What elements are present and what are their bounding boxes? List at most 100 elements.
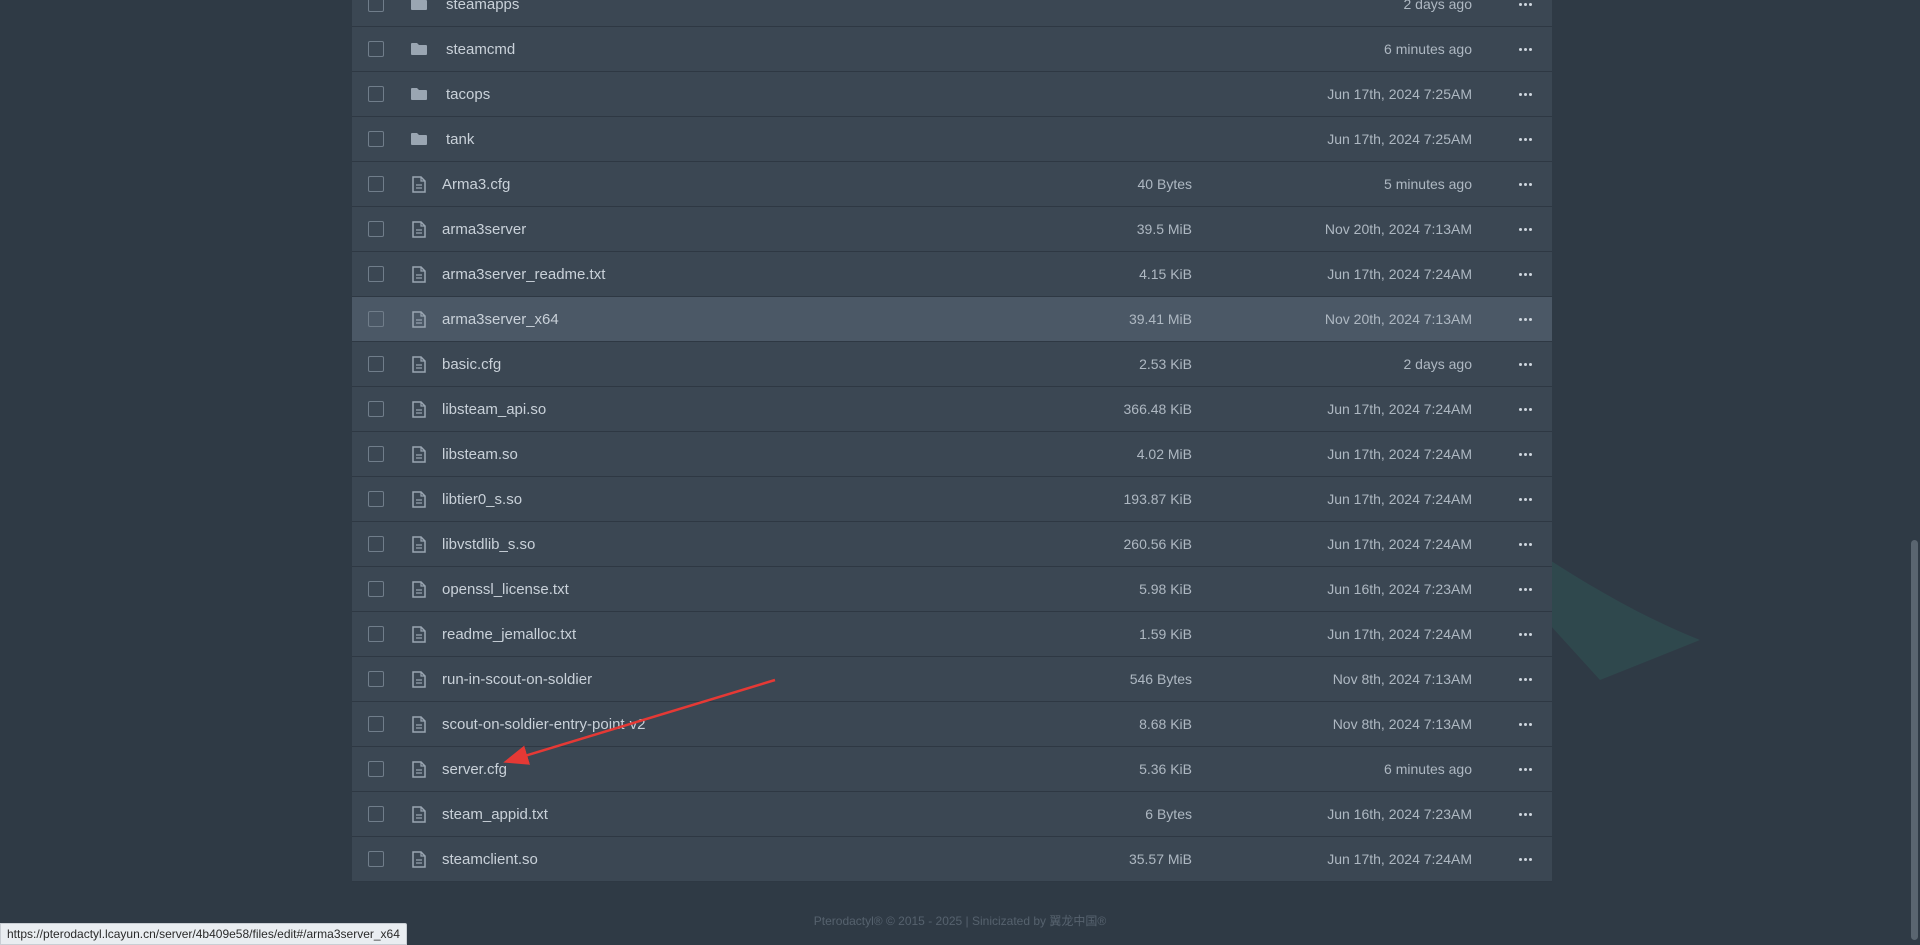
more-options-icon[interactable] bbox=[1510, 137, 1540, 141]
more-options-icon[interactable] bbox=[1510, 182, 1540, 186]
row-checkbox[interactable] bbox=[368, 581, 384, 597]
row-checkbox[interactable] bbox=[368, 446, 384, 462]
more-options-icon[interactable] bbox=[1510, 362, 1540, 366]
file-modified-date: Jun 17th, 2024 7:25AM bbox=[1327, 86, 1472, 102]
file-name-link[interactable]: steam_appid.txt bbox=[442, 806, 1052, 823]
row-checkbox[interactable] bbox=[368, 536, 384, 552]
row-checkbox[interactable] bbox=[368, 176, 384, 192]
file-name-link[interactable]: arma3server_readme.txt bbox=[442, 266, 1052, 283]
file-icon bbox=[408, 310, 430, 328]
file-icon bbox=[408, 175, 430, 193]
file-size: 35.57 MiB bbox=[1128, 851, 1192, 867]
file-row[interactable]: scout-on-soldier-entry-point-v2 8.68 KiB N… bbox=[352, 702, 1552, 747]
row-checkbox[interactable] bbox=[368, 806, 384, 822]
file-row[interactable]: openssl_license.txt 5.98 KiB Jun 16th, 202… bbox=[352, 567, 1552, 612]
file-name-link[interactable]: server.cfg bbox=[442, 761, 1052, 778]
file-size: 8.68 KiB bbox=[1139, 716, 1192, 732]
file-size: 1.59 KiB bbox=[1139, 626, 1192, 642]
file-row[interactable]: libsteam_api.so 366.48 KiB Jun 17th, 2024 … bbox=[352, 387, 1552, 432]
row-checkbox[interactable] bbox=[368, 761, 384, 777]
row-checkbox[interactable] bbox=[368, 626, 384, 642]
more-options-icon[interactable] bbox=[1510, 767, 1540, 771]
file-row[interactable]: run-in-scout-on-soldier 546 Bytes Nov 8th,… bbox=[352, 657, 1552, 702]
file-modified-date: 2 days ago bbox=[1403, 0, 1473, 12]
file-name-link[interactable]: tank bbox=[442, 131, 1052, 148]
page-scrollbar[interactable] bbox=[1911, 540, 1918, 940]
file-name-link[interactable]: libtier0_s.so bbox=[442, 491, 1052, 508]
row-checkbox[interactable] bbox=[368, 401, 384, 417]
row-checkbox[interactable] bbox=[368, 311, 384, 327]
file-row[interactable]: tacops Jun 17th, 2024 7:25AM bbox=[352, 72, 1552, 117]
more-options-icon[interactable] bbox=[1510, 407, 1540, 411]
file-icon bbox=[408, 850, 430, 868]
file-modified-date: Jun 17th, 2024 7:24AM bbox=[1327, 491, 1472, 507]
file-row[interactable]: libsteam.so 4.02 MiB Jun 17th, 2024 7:24AM bbox=[352, 432, 1552, 477]
row-checkbox[interactable] bbox=[368, 86, 384, 102]
more-options-icon[interactable] bbox=[1510, 587, 1540, 591]
file-name-link[interactable]: libvstdlib_s.so bbox=[442, 536, 1052, 553]
more-options-icon[interactable] bbox=[1510, 497, 1540, 501]
row-checkbox[interactable] bbox=[368, 491, 384, 507]
file-name-link[interactable]: readme_jemalloc.txt bbox=[442, 626, 1052, 643]
file-name-link[interactable]: scout-on-soldier-entry-point-v2 bbox=[442, 716, 1052, 733]
file-name-link[interactable]: libsteam.so bbox=[442, 446, 1052, 463]
more-options-icon[interactable] bbox=[1510, 722, 1540, 726]
more-options-icon[interactable] bbox=[1510, 317, 1540, 321]
file-row[interactable]: readme_jemalloc.txt 1.59 KiB Jun 17th, 202… bbox=[352, 612, 1552, 657]
more-options-icon[interactable] bbox=[1510, 47, 1540, 51]
file-modified-date: Nov 20th, 2024 7:13AM bbox=[1324, 311, 1472, 327]
row-checkbox[interactable] bbox=[368, 356, 384, 372]
file-name-link[interactable]: tacops bbox=[442, 86, 1052, 103]
file-name-link[interactable]: basic.cfg bbox=[442, 356, 1052, 373]
row-checkbox[interactable] bbox=[368, 0, 384, 12]
file-name-link[interactable]: Arma3.cfg bbox=[442, 176, 1052, 193]
more-options-icon[interactable] bbox=[1510, 92, 1540, 96]
row-checkbox[interactable] bbox=[368, 671, 384, 687]
file-name-link[interactable]: run-in-scout-on-soldier bbox=[442, 671, 1052, 688]
file-icon bbox=[408, 445, 430, 463]
file-row[interactable]: libtier0_s.so 193.87 KiB Jun 17th, 2024 7:… bbox=[352, 477, 1552, 522]
file-row[interactable]: arma3server_x64 39.41 MiB Nov 20th, 2024 7… bbox=[352, 297, 1552, 342]
file-name-link[interactable]: libsteam_api.so bbox=[442, 401, 1052, 418]
row-checkbox[interactable] bbox=[368, 266, 384, 282]
file-row[interactable]: steamcmd 6 minutes ago bbox=[352, 27, 1552, 72]
file-size: 546 Bytes bbox=[1129, 671, 1192, 687]
file-name-link[interactable]: steamclient.so bbox=[442, 851, 1052, 868]
row-checkbox[interactable] bbox=[368, 131, 384, 147]
more-options-icon[interactable] bbox=[1510, 227, 1540, 231]
row-checkbox[interactable] bbox=[368, 716, 384, 732]
row-checkbox[interactable] bbox=[368, 221, 384, 237]
file-row[interactable]: server.cfg 5.36 KiB 6 minutes ago bbox=[352, 747, 1552, 792]
file-icon bbox=[408, 670, 430, 688]
file-row[interactable]: basic.cfg 2.53 KiB 2 days ago bbox=[352, 342, 1552, 387]
more-options-icon[interactable] bbox=[1510, 452, 1540, 456]
file-modified-date: 2 days ago bbox=[1403, 356, 1473, 372]
file-name-link[interactable]: arma3server_x64 bbox=[442, 311, 1052, 328]
more-options-icon[interactable] bbox=[1510, 272, 1540, 276]
more-options-icon[interactable] bbox=[1510, 542, 1540, 546]
file-row[interactable]: arma3server 39.5 MiB Nov 20th, 2024 7:13AM bbox=[352, 207, 1552, 252]
file-modified-date: 6 minutes ago bbox=[1384, 761, 1472, 777]
file-name-link[interactable]: steamapps bbox=[442, 0, 1052, 13]
file-row[interactable]: steamapps 2 days ago bbox=[352, 0, 1552, 27]
row-checkbox[interactable] bbox=[368, 41, 384, 57]
file-row[interactable]: arma3server_readme.txt 4.15 KiB Jun 17th, … bbox=[352, 252, 1552, 297]
more-options-icon[interactable] bbox=[1510, 677, 1540, 681]
file-row[interactable]: libvstdlib_s.so 260.56 KiB Jun 17th, 2024 … bbox=[352, 522, 1552, 567]
file-size: 39.5 MiB bbox=[1136, 221, 1192, 237]
folder-icon bbox=[408, 0, 430, 13]
file-row[interactable]: tank Jun 17th, 2024 7:25AM bbox=[352, 117, 1552, 162]
file-icon bbox=[408, 805, 430, 823]
more-options-icon[interactable] bbox=[1510, 812, 1540, 816]
file-row[interactable]: Arma3.cfg 40 Bytes 5 minutes ago bbox=[352, 162, 1552, 207]
row-checkbox[interactable] bbox=[368, 851, 384, 867]
file-icon bbox=[408, 535, 430, 553]
file-row[interactable]: steam_appid.txt 6 Bytes Jun 16th, 2024 7:2… bbox=[352, 792, 1552, 837]
file-name-link[interactable]: arma3server bbox=[442, 221, 1052, 238]
more-options-icon[interactable] bbox=[1510, 857, 1540, 861]
more-options-icon[interactable] bbox=[1510, 632, 1540, 636]
more-options-icon[interactable] bbox=[1510, 2, 1540, 6]
file-name-link[interactable]: steamcmd bbox=[442, 41, 1052, 58]
file-name-link[interactable]: openssl_license.txt bbox=[442, 581, 1052, 598]
file-row[interactable]: steamclient.so 35.57 MiB Jun 17th, 2024 7:… bbox=[352, 837, 1552, 882]
